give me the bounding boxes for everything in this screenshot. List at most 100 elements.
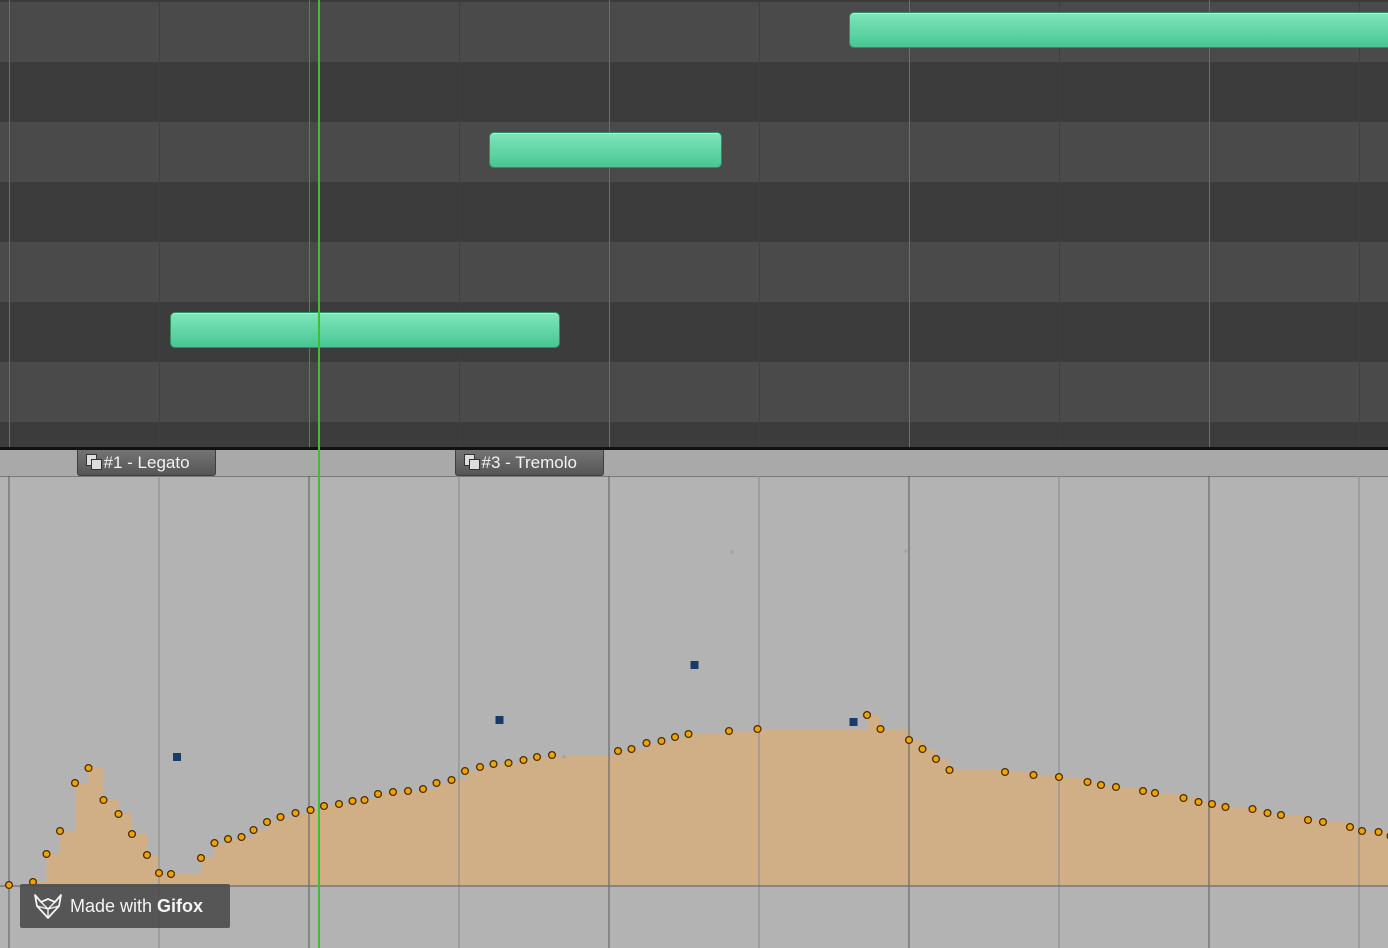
- cc-control-point[interactable]: [1374, 827, 1383, 837]
- bar-line: [309, 0, 310, 447]
- curve-handle[interactable]: [690, 661, 699, 669]
- cc-control-point[interactable]: [1303, 815, 1313, 825]
- cc-control-point[interactable]: [1318, 817, 1328, 827]
- cc-control-point[interactable]: [418, 784, 428, 794]
- cc-control-point[interactable]: [862, 710, 872, 720]
- cc-control-point[interactable]: [1029, 770, 1038, 780]
- cc-control-point[interactable]: [4, 880, 14, 890]
- cc-control-point[interactable]: [84, 763, 93, 773]
- cc-control-point[interactable]: [210, 838, 219, 848]
- cc-control-point[interactable]: [237, 832, 246, 842]
- cc-control-point[interactable]: [1083, 777, 1092, 787]
- cc-control-point[interactable]: [657, 736, 666, 746]
- cc-control-point[interactable]: [276, 812, 285, 822]
- beat-line: [759, 0, 760, 447]
- cc-control-point[interactable]: [196, 853, 206, 863]
- guide-dot: [904, 549, 908, 553]
- cc-control-point[interactable]: [876, 724, 885, 734]
- cc-control-point[interactable]: [373, 789, 383, 799]
- watermark-prefix: Made with: [70, 896, 158, 916]
- watermark-brand: Gifox: [157, 896, 204, 916]
- curve-handle[interactable]: [173, 753, 181, 761]
- gifox-watermark-badge: Made with Gifox: [20, 884, 230, 928]
- cc-control-point[interactable]: [99, 795, 108, 805]
- cc-control-point[interactable]: [1248, 804, 1257, 814]
- cc-control-point[interactable]: [388, 787, 398, 797]
- cc-curve-graph[interactable]: [0, 450, 1388, 948]
- cc-control-point[interactable]: [613, 746, 623, 756]
- cc-control-point[interactable]: [114, 809, 123, 819]
- pitch-lane[interactable]: [0, 242, 1388, 302]
- bar-line: [1209, 0, 1210, 447]
- cc-control-point[interactable]: [931, 754, 941, 764]
- cc-control-point[interactable]: [945, 765, 954, 775]
- cc-control-point[interactable]: [918, 744, 927, 754]
- beat-line: [159, 0, 160, 447]
- curve-handle[interactable]: [849, 718, 858, 726]
- cc-control-point[interactable]: [142, 850, 152, 860]
- midi-note[interactable]: [489, 132, 722, 168]
- cc-control-point[interactable]: [724, 726, 734, 736]
- cc-control-point[interactable]: [475, 762, 485, 772]
- midi-note[interactable]: [849, 12, 1388, 48]
- cc-control-point[interactable]: [1179, 793, 1188, 803]
- cc-control-point[interactable]: [904, 735, 914, 745]
- cc-control-point[interactable]: [348, 796, 357, 806]
- cc-control-point[interactable]: [249, 825, 258, 835]
- cc-control-point[interactable]: [291, 808, 300, 818]
- cc-control-point[interactable]: [1138, 786, 1148, 796]
- cc-control-point[interactable]: [1096, 780, 1106, 790]
- cc-control-point[interactable]: [1221, 802, 1230, 812]
- cc-control-point[interactable]: [504, 758, 513, 768]
- cc-control-point[interactable]: [432, 778, 441, 788]
- cc-control-point[interactable]: [70, 778, 80, 788]
- cc-control-point[interactable]: [460, 766, 470, 776]
- cc-control-point[interactable]: [627, 744, 636, 754]
- cc-control-point[interactable]: [262, 817, 272, 827]
- cc-control-point[interactable]: [360, 795, 369, 805]
- curve-handle[interactable]: [495, 716, 504, 724]
- cc-control-point[interactable]: [519, 755, 528, 765]
- cc-control-point[interactable]: [642, 738, 651, 748]
- midi-note[interactable]: [169, 312, 560, 348]
- cc-control-point[interactable]: [306, 805, 315, 815]
- cc-control-point[interactable]: [166, 869, 176, 879]
- cc-control-point[interactable]: [753, 724, 762, 734]
- cc-control-point[interactable]: [532, 752, 542, 762]
- guide-dot: [562, 755, 566, 759]
- cc-control-point[interactable]: [1263, 808, 1272, 818]
- guide-dot: [730, 550, 734, 554]
- piano-roll-grid[interactable]: [0, 0, 1388, 447]
- pitch-lane[interactable]: [0, 362, 1388, 422]
- pitch-lane[interactable]: [0, 182, 1388, 242]
- cc-control-point[interactable]: [1111, 782, 1121, 792]
- cc-control-point[interactable]: [1150, 788, 1160, 798]
- cc-control-point[interactable]: [489, 759, 498, 769]
- cc-control-point[interactable]: [1345, 822, 1355, 832]
- cc-control-point[interactable]: [1000, 767, 1010, 777]
- pitch-lane[interactable]: [0, 62, 1388, 122]
- cc-control-point[interactable]: [334, 799, 344, 809]
- cc-control-point[interactable]: [403, 786, 413, 796]
- cc-control-point[interactable]: [1357, 826, 1367, 836]
- cc-control-point[interactable]: [1054, 772, 1064, 782]
- cc-control-point[interactable]: [42, 849, 51, 859]
- cc-control-point[interactable]: [55, 826, 65, 836]
- cc-control-point[interactable]: [547, 750, 557, 760]
- cc-control-point[interactable]: [127, 829, 137, 839]
- cc-control-point[interactable]: [1276, 810, 1286, 820]
- cc-automation-lane[interactable]: #1 - Legato #3 - Tremolo: [0, 450, 1388, 948]
- playhead-cursor[interactable]: [318, 0, 320, 948]
- cc-control-point[interactable]: [1207, 799, 1217, 809]
- cc-control-point[interactable]: [447, 775, 456, 785]
- cc-control-point[interactable]: [223, 834, 233, 844]
- cc-control-point[interactable]: [1194, 797, 1203, 807]
- bar-line: [609, 0, 610, 447]
- cc-control-point[interactable]: [670, 732, 680, 742]
- beat-line: [459, 0, 460, 447]
- bar-line: [909, 0, 910, 447]
- pitch-lane[interactable]: [0, 422, 1388, 447]
- cc-control-point[interactable]: [319, 801, 329, 811]
- cc-control-point[interactable]: [684, 729, 693, 739]
- cc-control-point[interactable]: [154, 868, 164, 878]
